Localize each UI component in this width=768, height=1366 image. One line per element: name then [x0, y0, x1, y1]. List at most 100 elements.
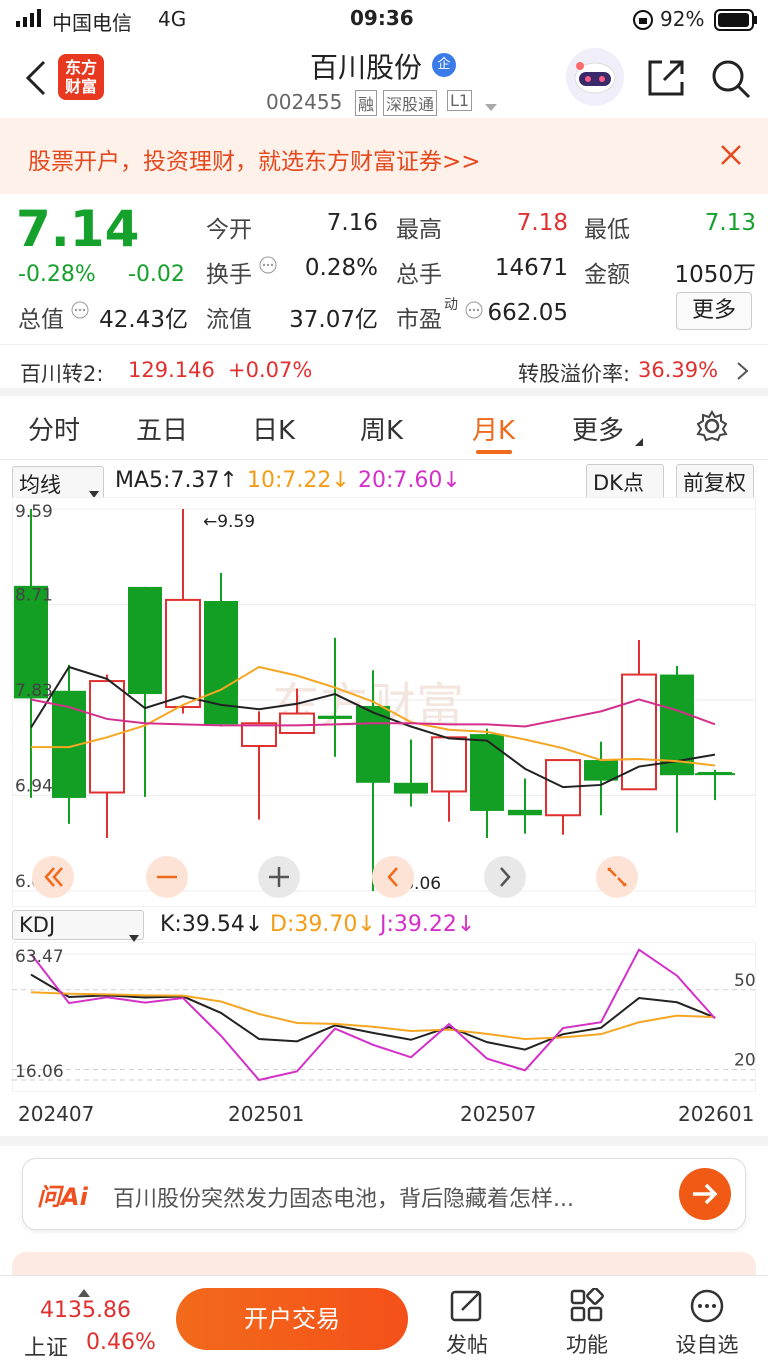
- index-name: 上证: [24, 1336, 69, 1361]
- more-button[interactable]: 更多: [676, 292, 752, 330]
- low-value: 7.13: [704, 210, 756, 236]
- margin-tag: 融: [355, 90, 378, 116]
- search-icon[interactable]: [710, 58, 752, 104]
- convertible-bond-row[interactable]: 百川转2: 129.146 +0.07% 转股溢价率: 36.39%: [0, 344, 768, 396]
- candle-body: [508, 809, 542, 816]
- pe-value: 662.05: [487, 300, 568, 326]
- change-percent: -0.28%: [18, 262, 96, 287]
- volume-label: 总手: [396, 262, 442, 288]
- zoom-in-icon[interactable]: [258, 856, 300, 898]
- app-logo[interactable]: 东方 财富: [58, 54, 104, 100]
- tab-monthly-k[interactable]: 月K: [472, 410, 515, 447]
- pe-label: 市盈: [396, 307, 442, 333]
- active-tab-indicator: [476, 450, 512, 454]
- kdj-k-value: K:39.54↓: [160, 912, 264, 937]
- dropdown-icon[interactable]: [484, 98, 498, 117]
- stock-name: 百川股份: [310, 51, 423, 84]
- ma20-value: 20:7.60↓: [358, 468, 461, 493]
- x-tick-label: 202601: [678, 1102, 755, 1126]
- ai-logo: 问Ai: [37, 1183, 88, 1211]
- nav-post[interactable]: 发帖: [422, 1288, 512, 1359]
- candlestick-chart[interactable]: 东方财富9.598.717.836.946.06←9.59←6.06: [12, 497, 756, 907]
- y-tick-label: 16.06: [15, 1062, 64, 1082]
- amount-label: 金额: [584, 262, 630, 288]
- chevron-right-icon[interactable]: [736, 361, 750, 385]
- y-tick-label: 6.94: [15, 777, 53, 797]
- mktcap-label: 总值: [18, 307, 64, 333]
- adjust-restore-button[interactable]: 前复权: [676, 464, 754, 500]
- assistant-avatar-icon[interactable]: [566, 48, 624, 106]
- bond-name: 百川转2:: [20, 362, 104, 386]
- promo-text: 股票开户，投资理财，就选东方财富证券>>: [28, 149, 481, 175]
- premium-label: 转股溢价率:: [518, 362, 631, 386]
- ai-question-text: 百川股份突然发力固态电池，背后隐藏着怎样...: [113, 1187, 574, 1212]
- candle-body: [128, 586, 162, 695]
- x-axis: 202407 202501 202507 202601: [0, 1096, 768, 1136]
- y-tick-label: 20: [734, 1051, 756, 1071]
- share-icon[interactable]: [646, 58, 686, 102]
- zoom-out-icon[interactable]: [146, 856, 188, 898]
- open-label: 今开: [206, 217, 252, 243]
- arrow-right-icon[interactable]: [679, 1168, 731, 1220]
- tab-five-day[interactable]: 五日: [136, 410, 188, 447]
- stock-header: 东方 财富 百川股份 企 002455 融 深股通 L1: [0, 40, 768, 118]
- candle-body: [470, 734, 504, 811]
- info-icon[interactable]: [258, 255, 278, 279]
- info-icon[interactable]: [464, 300, 484, 324]
- y-tick-label: 63.47: [15, 947, 64, 967]
- x-tick-label: 202501: [228, 1102, 305, 1126]
- indicator-select[interactable]: KDJ: [12, 910, 144, 942]
- back-icon[interactable]: [22, 58, 48, 102]
- scroll-left-icon[interactable]: [372, 856, 414, 898]
- stock-code: 002455: [266, 90, 343, 114]
- battery-icon: [714, 9, 758, 36]
- max-label: ←9.59: [203, 512, 255, 532]
- battery-percent: 92%: [660, 7, 705, 31]
- scroll-right-icon[interactable]: [484, 856, 526, 898]
- ma5-value: MA5:7.37↑: [115, 468, 238, 493]
- candle-body: [318, 715, 352, 719]
- ma-indicator-row: 均线 MA5:7.37↑ 10:7.22↓ 20:7.60↓ DK点 前复权: [0, 460, 768, 505]
- level-tag: L1: [447, 90, 473, 111]
- y-tick-label: 9.59: [15, 502, 53, 522]
- float-label: 流值: [206, 307, 252, 333]
- scroll-left-fast-icon[interactable]: [32, 856, 74, 898]
- tab-intraday[interactable]: 分时: [28, 410, 80, 447]
- volume-value: 14671: [494, 255, 568, 281]
- high-value: 7.18: [516, 210, 568, 236]
- tab-weekly-k[interactable]: 周K: [360, 410, 403, 447]
- index-value[interactable]: 4135.86: [40, 1298, 131, 1323]
- signal-icon: [16, 8, 46, 33]
- x-tick-label: 202507: [460, 1102, 537, 1126]
- more-dots-icon: [690, 1289, 724, 1323]
- x-tick-label: 202407: [18, 1102, 95, 1126]
- nav-functions[interactable]: 功能: [542, 1287, 632, 1359]
- info-icon[interactable]: [70, 300, 90, 324]
- kdj-indicator-row: KDJ K:39.54↓ D:39.70↓ J:39.22↓: [0, 907, 768, 943]
- status-bar: 中国电信 4G 09:36 92%: [0, 0, 768, 40]
- dk-point-button[interactable]: DK点: [586, 464, 664, 505]
- kdj-chart[interactable]: 63.47 50 20 16.06: [12, 942, 756, 1092]
- index-percent: 0.46%: [86, 1330, 156, 1355]
- promo-banner[interactable]: 股票开户，投资理财，就选东方财富证券>>: [0, 118, 768, 194]
- kdj-j-value: J:39.22↓: [380, 912, 476, 937]
- settings-gear-icon[interactable]: [696, 410, 728, 446]
- tab-daily-k[interactable]: 日K: [252, 410, 295, 447]
- enterprise-badge: 企: [432, 53, 456, 77]
- close-icon[interactable]: [720, 144, 742, 170]
- candle-body: [431, 736, 467, 793]
- ma10-value: 10:7.22↓: [247, 468, 350, 493]
- bottom-bar: 4135.86 上证 0.46% 开户交易 发帖 功能 设自选: [0, 1275, 768, 1366]
- candle-body: [394, 782, 428, 794]
- open-account-trade-button[interactable]: 开户交易: [176, 1288, 408, 1350]
- tab-more[interactable]: 更多: [572, 410, 624, 447]
- orientation-lock-icon: [632, 9, 654, 36]
- nav-add-watchlist[interactable]: 设自选: [662, 1288, 752, 1359]
- amount-value: 1050万: [674, 262, 756, 288]
- turnover-label: 换手: [206, 262, 252, 288]
- divider: [0, 1136, 768, 1146]
- ai-question-card[interactable]: 问Ai 百川股份突然发力固态电池，背后隐藏着怎样...: [22, 1158, 746, 1230]
- low-label: 最低: [584, 217, 630, 243]
- float-value: 37.07亿: [289, 307, 378, 333]
- fullscreen-icon[interactable]: [596, 856, 638, 898]
